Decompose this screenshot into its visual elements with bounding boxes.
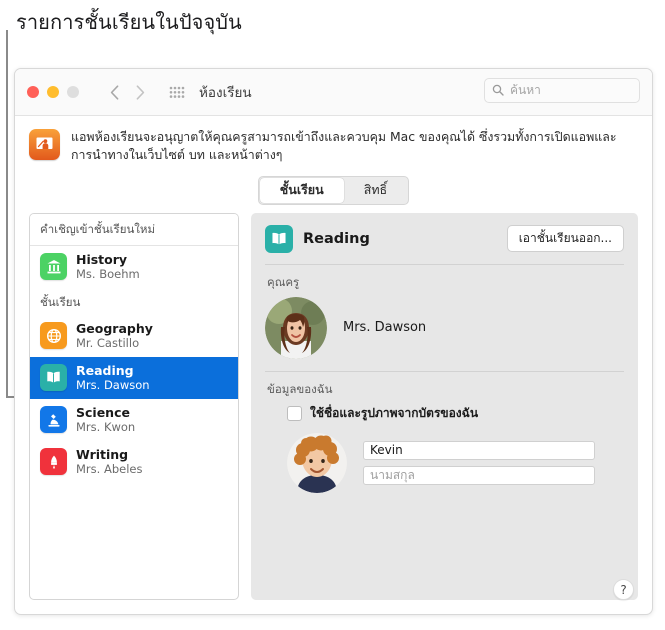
zoom-button[interactable] [67, 86, 79, 98]
list-item-text: Geography Mr. Castillo [76, 321, 153, 351]
callout-leader-line [6, 30, 8, 398]
class-name: Writing [76, 446, 129, 462]
classes-section-header: ชั้นเรียน [40, 294, 81, 309]
my-info-section-label: ข้อมูลของฉัน [267, 381, 333, 396]
first-name-field[interactable]: Kevin [363, 440, 595, 460]
classroom-app-icon [29, 129, 60, 160]
list-item[interactable]: Writing Mrs. Abeles [30, 441, 238, 483]
list-item[interactable]: Geography Mr. Castillo [30, 315, 238, 357]
open-book-icon [40, 364, 67, 392]
grid-dots-icon[interactable] [169, 85, 187, 100]
last-name-field[interactable]: นามสกุล [363, 465, 595, 485]
list-item-text: History Ms. Boehm [76, 252, 140, 282]
teacher-name: Mrs. Dawson [343, 320, 427, 336]
use-card-checkbox[interactable] [287, 405, 302, 421]
fountain-pen-icon [40, 448, 67, 476]
description-text: แอพห้องเรียนจะอนุญาตให้คุณครูสามารถเข้าถ… [71, 129, 617, 162]
tab-group: ชั้นเรียน สิทธิ์ [257, 175, 410, 205]
description-row: แอพห้องเรียนจะอนุญาตให้คุณครูสามารถเข้าถ… [15, 116, 652, 170]
avatar [287, 432, 347, 493]
class-name: History [76, 251, 128, 267]
class-teacher: Mrs. Dawson [76, 378, 150, 393]
bank-building-icon [40, 253, 67, 281]
invite-section-header: คำเชิญเข้าชั้นเรียนใหม่ [30, 213, 238, 246]
page-title: Reading [303, 230, 370, 247]
search-input[interactable]: ค้นหา [484, 78, 640, 103]
list-item[interactable]: Reading Mrs. Dawson [30, 356, 238, 399]
microscope-icon [40, 406, 67, 434]
annotation-title: รายการชั้นเรียนในปัจจุบัน [16, 10, 242, 34]
close-button[interactable] [27, 86, 39, 98]
class-list-sidebar[interactable]: คำเชิญเข้าชั้นเรียนใหม่ History Ms. Boeh… [29, 212, 239, 600]
class-teacher: Ms. Boehm [76, 267, 140, 282]
class-teacher: Mrs. Abeles [76, 462, 143, 477]
use-card-checkbox-label: ใช้ชื่อและรูปภาพจากบัตรของฉัน [310, 405, 479, 420]
class-name: Reading [76, 362, 134, 378]
tab-permissions[interactable]: สิทธิ์ [344, 178, 408, 203]
student-name-fields: Kevin นามสกุล [363, 440, 595, 485]
forward-icon[interactable] [129, 81, 151, 103]
help-button[interactable]: ? [613, 579, 634, 600]
class-name: Science [76, 404, 130, 420]
remove-class-button[interactable]: เอาชั้นเรียนออก... [506, 225, 624, 253]
search-icon [492, 81, 504, 100]
window-toolbar: ห้องเรียน ค้นหา [15, 69, 652, 116]
navigation-arrows [103, 81, 151, 103]
student-block: Kevin นามสกุล [287, 432, 624, 493]
globe-icon [40, 322, 67, 350]
teacher-block: Mrs. Dawson [265, 296, 624, 372]
classroom-window: ห้องเรียน ค้นหา แอพห้องเรียนจะอนุญาตให้ค… [14, 68, 653, 615]
back-icon[interactable] [103, 81, 125, 103]
detail-header: Reading เอาชั้นเรียนออก... [265, 224, 624, 265]
minimize-button[interactable] [47, 86, 59, 98]
open-book-icon [265, 224, 293, 253]
class-teacher: Mr. Castillo [76, 336, 140, 351]
traffic-lights [27, 86, 79, 98]
tab-bar: ชั้นเรียน สิทธิ์ [15, 170, 652, 213]
use-card-checkbox-row[interactable]: ใช้ชื่อและรูปภาพจากบัตรของฉัน [287, 404, 624, 423]
content-area: คำเชิญเข้าชั้นเรียนใหม่ History Ms. Boeh… [15, 212, 652, 614]
tab-classes[interactable]: ชั้นเรียน [259, 177, 344, 203]
class-name: Geography [76, 320, 153, 336]
list-item-text: Reading Mrs. Dawson [76, 363, 150, 393]
search-placeholder: ค้นหา [510, 83, 541, 97]
teacher-section-label: คุณครู [267, 274, 300, 289]
list-item-text: Science Mrs. Kwon [76, 405, 135, 435]
list-item[interactable]: Science Mrs. Kwon [30, 399, 238, 441]
avatar [265, 296, 327, 359]
list-item-text: Writing Mrs. Abeles [76, 447, 142, 477]
list-item[interactable]: History Ms. Boehm [30, 246, 238, 288]
class-teacher: Mrs. Kwon [76, 420, 136, 435]
window-title: ห้องเรียน [199, 85, 252, 101]
class-detail-pane: Reading เอาชั้นเรียนออก... คุณครู Mrs. D… [251, 212, 638, 600]
